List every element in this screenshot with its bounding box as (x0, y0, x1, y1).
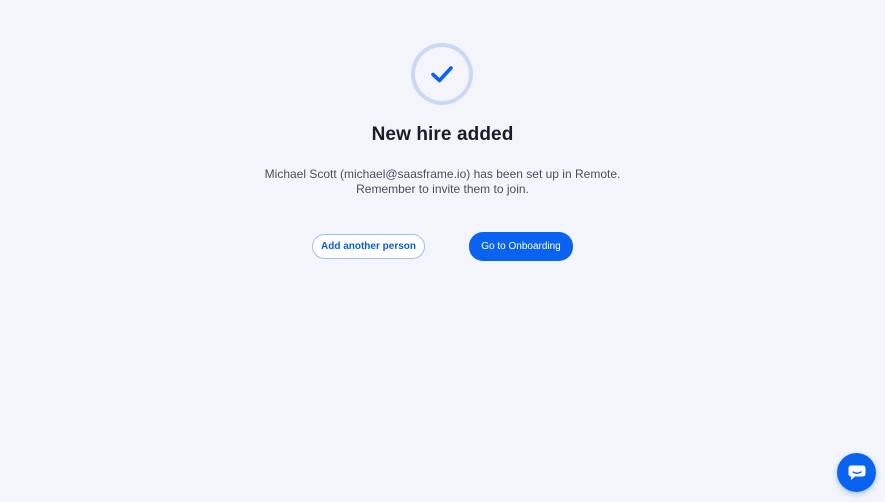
onboarding-success-page: New hire added Michael Scott (michael@sa… (0, 0, 885, 502)
success-badge-inner (415, 47, 469, 101)
add-another-person-button[interactable]: Add another person (312, 234, 425, 259)
success-message: Michael Scott (michael@saasframe.io) has… (0, 167, 885, 197)
go-to-onboarding-button[interactable]: Go to Onboarding (469, 232, 573, 261)
success-message-line-1: Michael Scott (michael@saasframe.io) has… (264, 167, 621, 181)
checkmark-icon (431, 66, 453, 83)
chat-launcher-button[interactable] (837, 453, 876, 492)
success-badge (411, 43, 473, 105)
page-title: New hire added (371, 124, 514, 145)
success-message-line-2: Remember to invite them to join. (356, 182, 529, 196)
chat-bubble-icon (848, 465, 865, 480)
